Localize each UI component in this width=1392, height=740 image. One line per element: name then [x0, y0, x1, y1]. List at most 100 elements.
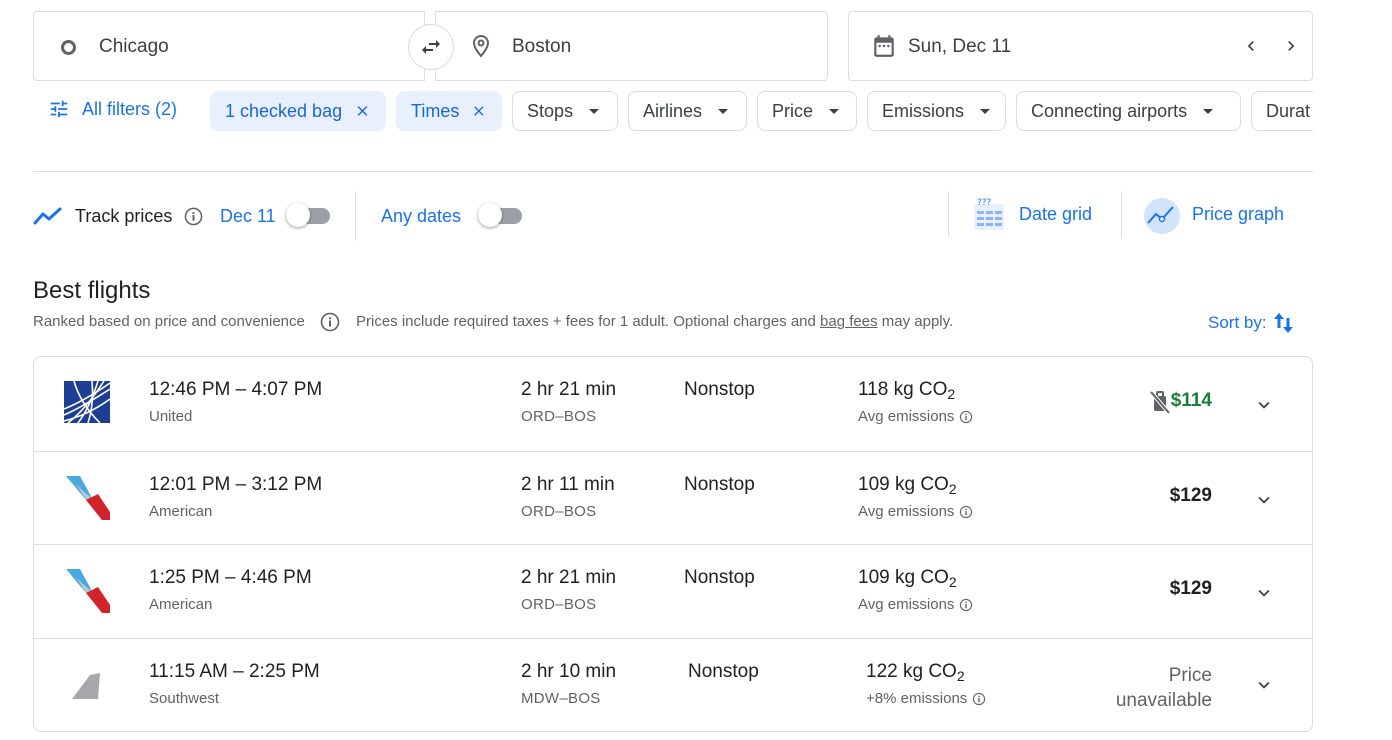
info-icon[interactable] — [959, 410, 973, 424]
divider — [355, 191, 356, 241]
any-dates-label: Any dates — [381, 206, 462, 226]
expand-button[interactable] — [1252, 581, 1276, 605]
co2-amount: 122 kg CO — [866, 661, 957, 682]
origin-field[interactable]: Chicago — [33, 11, 425, 81]
co2-value: 109 kg CO2 — [858, 567, 957, 590]
flight-times: 11:15 AM – 2:25 PM — [149, 661, 320, 682]
chip-airlines[interactable]: Airlines — [628, 91, 747, 131]
chip-connecting-airports[interactable]: Connecting airports — [1016, 91, 1241, 131]
co2-amount: 118 kg CO — [858, 379, 948, 400]
track-prices-label: Track prices — [75, 206, 173, 226]
expand-button[interactable] — [1252, 488, 1276, 512]
flight-duration: 2 hr 10 min — [521, 661, 617, 682]
price-graph-icon — [1144, 198, 1180, 234]
next-date-button[interactable] — [1279, 34, 1303, 58]
airline-name: Southwest — [149, 690, 220, 707]
flight-route: ORD–BOS — [521, 408, 597, 425]
chevron-down-icon — [1258, 496, 1270, 504]
chip-duration[interactable]: Durat — [1251, 91, 1313, 131]
expand-button[interactable] — [1252, 393, 1276, 417]
divider — [33, 171, 1313, 172]
flight-stops: Nonstop — [688, 661, 759, 682]
divider — [1121, 191, 1122, 237]
emissions-text: +8% emissions — [866, 690, 968, 707]
chip-price[interactable]: Price — [757, 91, 857, 131]
flight-stops: Nonstop — [684, 567, 755, 588]
co2-subscript: 2 — [948, 574, 957, 590]
expand-button[interactable] — [1252, 673, 1276, 697]
previous-date-button[interactable] — [1239, 34, 1263, 58]
flight-duration: 2 hr 21 min — [521, 379, 617, 400]
flight-times: 12:46 PM – 4:07 PM — [149, 379, 323, 400]
price-graph-button[interactable]: Price graph — [1142, 194, 1302, 236]
chip-times[interactable]: Times — [396, 91, 502, 131]
flight-times: 1:25 PM – 4:46 PM — [149, 567, 312, 588]
flight-price: $129 — [1169, 578, 1212, 599]
divider — [948, 191, 949, 237]
toggle-knob — [286, 203, 310, 227]
chip-label: Durat — [1266, 100, 1311, 121]
chevron-down-icon — [1258, 589, 1270, 597]
date-grid-label: Date grid — [1019, 204, 1093, 224]
origin-text: Chicago — [99, 36, 169, 57]
emissions-text: Avg emissions — [858, 503, 955, 520]
flight-route: ORD–BOS — [521, 503, 597, 520]
co2-amount: 109 kg CO — [858, 567, 949, 588]
flight-times: 12:01 PM – 3:12 PM — [149, 474, 323, 495]
departure-date-field[interactable]: Sun, Dec 11 — [848, 11, 1313, 81]
price-unavailable: Price unavailable — [1072, 663, 1212, 713]
flight-row[interactable]: 1:25 PM – 4:46 PM American 2 hr 21 min O… — [34, 544, 1312, 638]
chip-label: 1 checked bag — [225, 100, 343, 121]
dropdown-arrow-icon — [718, 108, 729, 114]
any-dates-toggle[interactable] — [478, 203, 522, 227]
destination-field[interactable]: Boston — [435, 11, 828, 81]
date-grid-icon: ??? — [974, 198, 1004, 230]
chip-emissions[interactable]: Emissions — [867, 91, 1006, 131]
co2-amount: 109 kg CO — [858, 474, 949, 495]
tune-icon — [50, 100, 68, 118]
airline-name: United — [149, 408, 193, 425]
flight-row[interactable]: 12:46 PM – 4:07 PM United 2 hr 21 min OR… — [34, 357, 1312, 451]
co2-subscript: 2 — [956, 668, 965, 684]
info-icon[interactable] — [959, 598, 973, 612]
dropdown-arrow-icon — [829, 108, 840, 114]
co2-subscript: 2 — [947, 386, 956, 402]
close-icon[interactable] — [471, 102, 487, 120]
track-date-toggle[interactable] — [286, 203, 330, 227]
toggle-knob — [478, 203, 502, 227]
bag-fees-link[interactable]: bag fees — [820, 313, 878, 330]
chip-checked-bag[interactable]: 1 checked bag — [210, 91, 386, 131]
airline-name: American — [149, 503, 213, 520]
info-icon[interactable] — [959, 505, 973, 519]
info-icon[interactable] — [184, 207, 203, 226]
flight-row[interactable]: 12:01 PM – 3:12 PM American 2 hr 11 min … — [34, 451, 1312, 545]
sort-icon — [1273, 313, 1293, 333]
all-filters-button[interactable]: All filters (2) — [48, 98, 177, 120]
co2-subscript: 2 — [948, 481, 957, 497]
chip-label: Stops — [527, 100, 574, 121]
price-unavailable-line1: Price — [1168, 665, 1212, 686]
american-tail-logo — [66, 569, 110, 613]
info-icon[interactable] — [320, 312, 340, 332]
chip-label: Price — [772, 100, 814, 121]
info-icon[interactable] — [972, 692, 986, 706]
swap-button[interactable] — [408, 24, 454, 70]
close-icon[interactable] — [354, 102, 371, 120]
dropdown-arrow-icon — [980, 108, 991, 114]
chip-stops[interactable]: Stops — [512, 91, 618, 131]
date-text: Sun, Dec 11 — [908, 36, 1012, 57]
co2-value: 109 kg CO2 — [858, 474, 957, 497]
price-unavailable-line2: unavailable — [1115, 690, 1212, 711]
flight-row[interactable]: 11:15 AM – 2:25 PM Southwest 2 hr 10 min… — [34, 638, 1312, 731]
svg-text:???: ??? — [977, 198, 992, 208]
southwest-tail-logo — [72, 673, 100, 699]
flight-stops: Nonstop — [684, 379, 755, 400]
emissions-label: Avg emissions — [858, 596, 973, 613]
emissions-text: Avg emissions — [858, 596, 955, 613]
airline-name: American — [149, 596, 213, 613]
location-pin-icon — [472, 34, 490, 58]
dropdown-arrow-icon — [589, 108, 600, 114]
ranked-note: Ranked based on price and convenience — [33, 313, 305, 330]
chevron-down-icon — [1258, 681, 1270, 689]
sort-by-button[interactable]: Sort by: — [1208, 310, 1295, 336]
